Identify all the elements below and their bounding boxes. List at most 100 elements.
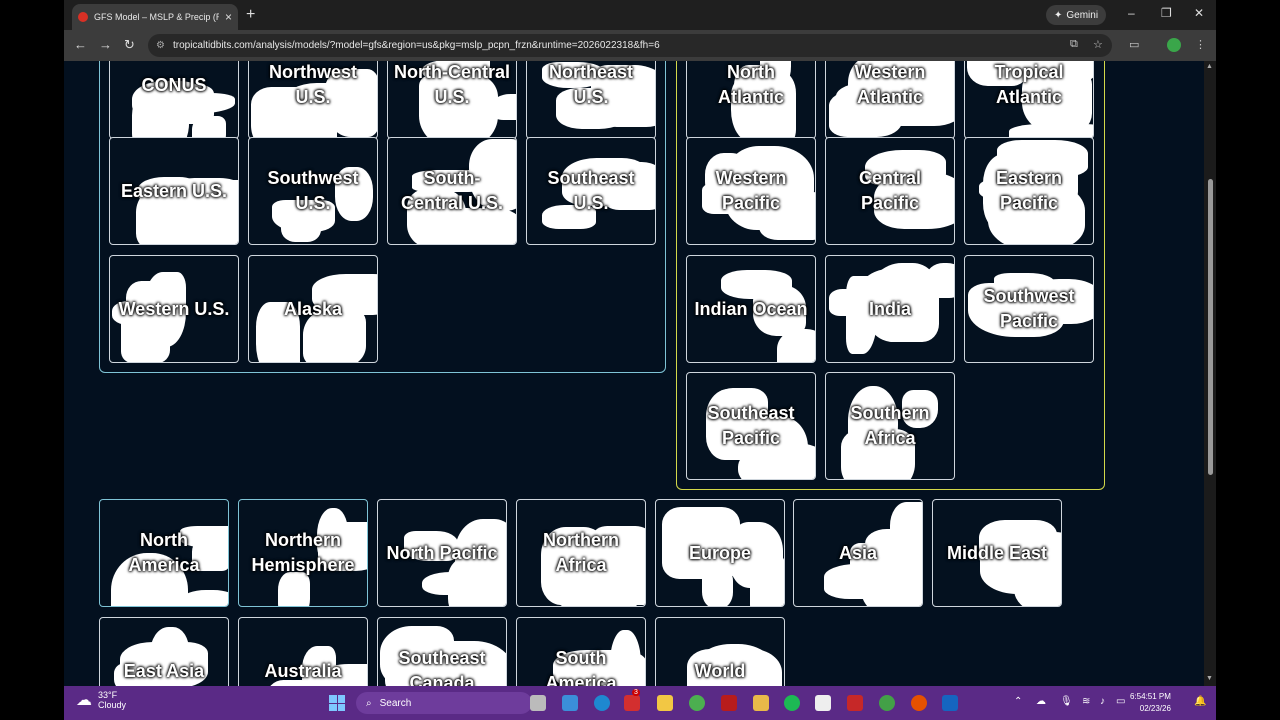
back-icon[interactable]: ← [74,37,87,52]
side-panel-icon[interactable]: ▭ [1129,38,1139,51]
region-tile-label: Eastern Pacific [995,168,1063,213]
region-tile-north-america[interactable]: North America [99,499,229,607]
copilot-icon[interactable] [562,695,578,711]
address-bar[interactable]: ⚙ tropicaltidbits.com/analysis/models/?m… [148,34,1112,57]
region-tile-middle-east[interactable]: Middle East [932,499,1062,607]
weather-widget[interactable]: ☁ 33°F Cloudy [76,690,126,710]
region-tile-label: Middle East [946,542,1048,563]
region-tile-central-pacific[interactable]: Central Pacific [825,137,955,245]
task-view-icon[interactable] [530,695,546,711]
region-tile-conus[interactable]: CONUS [109,61,239,139]
onedrive-icon[interactable]: ☁ [1036,696,1046,707]
region-tile-northwest-u-s[interactable]: Northwest U.S. [248,61,378,139]
app-blue-icon[interactable] [942,695,958,711]
region-tile-north-pacific[interactable]: North Pacific [377,499,507,607]
chrome-active-icon[interactable] [879,695,895,711]
search-icon: ⌕ [366,697,372,709]
region-tile-europe[interactable]: Europe [655,499,785,607]
region-tile-southeast-u-s[interactable]: Southeast U.S. [526,137,656,245]
chrome-icon[interactable] [689,695,705,711]
region-tile-north-central-u-s[interactable]: North-Central U.S. [387,61,517,139]
windows-start-icon[interactable] [329,695,345,711]
menu-kebab-icon[interactable]: ⋮ [1195,38,1206,51]
scroll-up-icon[interactable]: ▲ [1206,63,1213,70]
notifications-bell-icon[interactable]: 🔔 [1194,696,1206,707]
install-app-icon[interactable]: ⧉ [1070,38,1078,51]
site-info-icon[interactable]: ⚙ [156,40,165,51]
region-tile-southeast-canada[interactable]: Southeast Canada [377,617,507,686]
region-tile-indian-ocean[interactable]: Indian Ocean [686,255,816,363]
region-tile-tropical-atlantic[interactable]: Tropical Atlantic [964,61,1094,139]
region-tile-asia[interactable]: Asia [793,499,923,607]
profile-avatar[interactable] [1167,38,1181,52]
address-toolbar: ← → ↻ ⚙ tropicaltidbits.com/analysis/mod… [64,30,1216,61]
region-tile-western-u-s[interactable]: Western U.S. [109,255,239,363]
region-tile-southwest-pacific[interactable]: Southwest Pacific [964,255,1094,363]
region-tile-label: Tropical Atlantic [994,62,1064,107]
region-tile-label: Indian Ocean [694,298,808,319]
region-tile-northern-africa[interactable]: Northern Africa [516,499,646,607]
scroll-down-icon[interactable]: ▼ [1206,675,1213,682]
map-landmass [191,115,226,138]
clock-time: 6:54:51 PM [1130,692,1171,701]
region-tile-south-america[interactable]: South America [516,617,646,686]
region-tile-southeast-pacific[interactable]: Southeast Pacific [686,372,816,480]
file-explorer-icon[interactable] [657,695,673,711]
app-badge-icon[interactable] [624,695,640,711]
battery-icon[interactable]: ▭ [1116,696,1125,707]
microphone-icon[interactable]: 🎙 [1060,696,1073,707]
browser-window: GFS Model – MSLP & Precip (Ra × + ✦ Gemi… [64,0,1216,686]
region-tile-label: Australia [264,660,342,681]
gemini-button[interactable]: ✦ Gemini [1046,5,1107,25]
notification-badge: 3 [632,689,640,696]
media-app-icon[interactable] [847,695,863,711]
tab-close-icon[interactable]: × [225,10,232,24]
forward-icon[interactable]: → [99,37,112,52]
region-tile-south-central-u-s[interactable]: South-Central U.S. [387,137,517,245]
url-text: tropicaltidbits.com/analysis/models/?mod… [172,40,660,51]
region-tile-label: Western Atlantic [854,62,926,107]
close-window-icon[interactable]: ✕ [1194,6,1204,20]
region-tile-western-pacific[interactable]: Western Pacific [686,137,816,245]
bookmark-star-icon[interactable]: ☆ [1093,38,1103,51]
notepad-icon[interactable] [815,695,831,711]
spotify-icon[interactable] [784,695,800,711]
app-orange-icon[interactable] [911,695,927,711]
scroll-thumb[interactable] [1208,179,1213,475]
region-tile-alaska[interactable]: Alaska [248,255,378,363]
new-tab-icon[interactable]: + [246,6,255,24]
reload-icon[interactable]: ↻ [124,37,135,53]
region-tile-label: East Asia [123,660,205,681]
region-tile-western-atlantic[interactable]: Western Atlantic [825,61,955,139]
region-tile-label: Northeast U.S. [548,62,633,107]
page-scrollbar[interactable]: ▲ ▼ [1204,61,1216,686]
region-tile-southern-africa[interactable]: Southern Africa [825,372,955,480]
active-tab[interactable]: GFS Model – MSLP & Precip (Ra × [72,4,238,30]
region-tile-north-atlantic[interactable]: North Atlantic [686,61,816,139]
region-tile-label: North America [128,530,200,575]
minimize-icon[interactable]: – [1128,6,1135,20]
region-tile-label: Southwest U.S. [267,168,359,213]
taskbar-search[interactable]: ⌕ Search [356,692,532,714]
map-landmass [926,262,954,298]
store-icon[interactable] [753,695,769,711]
region-tile-northeast-u-s[interactable]: Northeast U.S. [526,61,656,139]
clock-date: 02/23/26 [1139,704,1171,713]
region-tile-label: CONUS [141,74,207,95]
region-tile-eastern-u-s[interactable]: Eastern U.S. [109,137,239,245]
region-tile-east-asia[interactable]: East Asia [99,617,229,686]
region-tile-eastern-pacific[interactable]: Eastern Pacific [964,137,1094,245]
volume-icon[interactable]: ♪ [1100,696,1105,707]
tray-chevron-icon[interactable]: ⌃ [1014,696,1022,707]
wifi-icon[interactable]: ≋ [1082,696,1090,707]
region-tile-world[interactable]: World [655,617,785,686]
region-tile-southwest-u-s[interactable]: Southwest U.S. [248,137,378,245]
edge-icon[interactable] [594,695,610,711]
region-tile-northern-hemisphere[interactable]: Northern Hemisphere [238,499,368,607]
mcafee-icon[interactable] [721,695,737,711]
system-clock[interactable]: 6:54:51 PM 02/23/26 [1130,691,1171,715]
restore-icon[interactable]: ❐ [1161,6,1172,20]
region-tile-label: Southern Africa [850,403,930,448]
region-tile-australia[interactable]: Australia [238,617,368,686]
region-tile-india[interactable]: India [825,255,955,363]
